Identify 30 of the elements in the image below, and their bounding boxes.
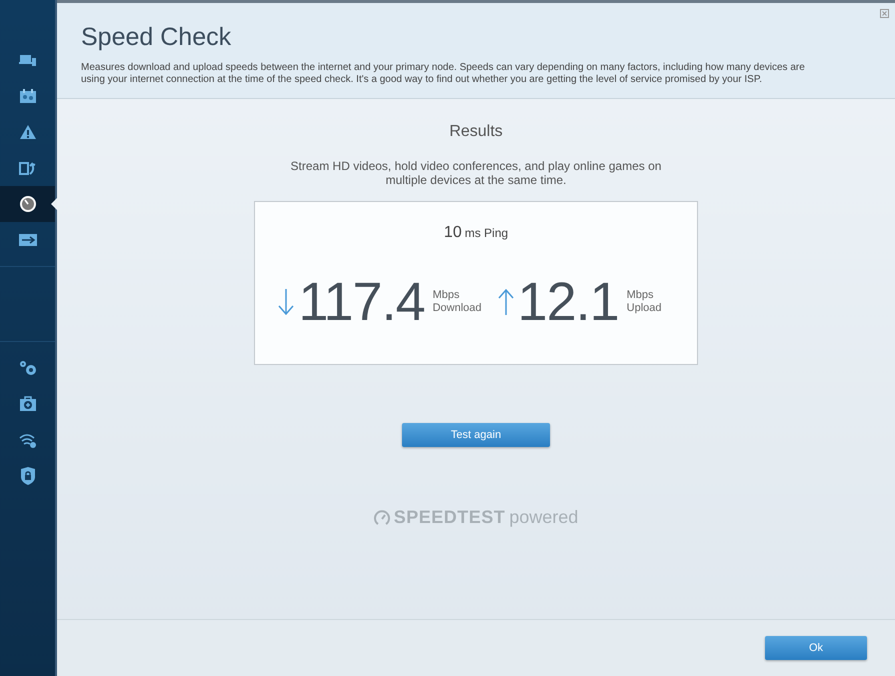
gauge-icon (18, 195, 36, 213)
description-text: Measures download and upload speeds between the internet and your primary node. Speeds can vary depending on many factors, including how many devices are using your internet connection at the time of the speed check. It's a good way to find out whether you are getting the level of service promised by your ISP. (81, 62, 806, 86)
shield-lock-icon (20, 467, 36, 485)
page-title: Speed Check (81, 23, 232, 52)
gauge-icon (374, 510, 390, 526)
calendar-icon (18, 88, 36, 104)
download-label: Download (432, 302, 482, 315)
ping-label: ms Ping (464, 226, 508, 240)
download-arrow-icon (278, 289, 294, 315)
upload-label: Upload (626, 302, 662, 315)
usb-icon (18, 234, 36, 246)
upload-arrow-icon (498, 289, 514, 315)
upload-unit: Mbps (626, 289, 655, 302)
sidebar-item[interactable] (0, 186, 55, 222)
upload-value: 12.1 (518, 274, 619, 330)
wifi-icon (18, 432, 36, 448)
speedtest-logo-text: SPEEDTEST (394, 507, 506, 528)
results-heading: Results (449, 123, 503, 141)
ok-button[interactable]: Ok (765, 636, 867, 660)
gears-icon (18, 360, 36, 376)
test-again-button[interactable]: Test again (402, 423, 550, 447)
powered-text: powered (509, 507, 578, 528)
results-summary: Stream HD videos, hold video conferences, and play online games on multiple devices at the same time. (290, 159, 662, 187)
devices-icon (18, 53, 36, 67)
ping-value: 10 (444, 224, 462, 241)
restore-icon (18, 160, 36, 176)
download-value: 117.4 (298, 274, 425, 330)
download-unit: Mbps (432, 289, 461, 302)
first-aid-icon (18, 396, 36, 412)
warning-icon (18, 124, 36, 140)
